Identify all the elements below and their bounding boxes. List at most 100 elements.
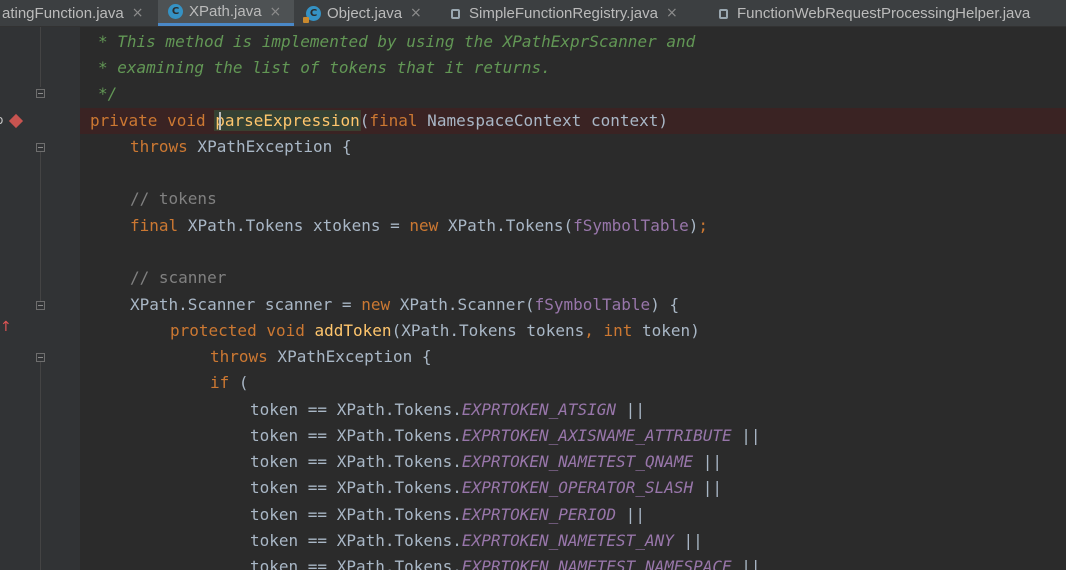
code-line: token == XPath.Tokens.EXPRTOKEN_NAMETEST… [80, 449, 1066, 475]
editor-tab-bar: atingFunction.java × C XPath.java × C Ob… [0, 0, 1066, 27]
code-text: token == XPath.Tokens. [250, 557, 462, 570]
gutter-marker-icon: o [0, 113, 3, 127]
constant-name: EXPRTOKEN_NAMETEST_ANY [461, 531, 674, 550]
tab-label: XPath.java [189, 3, 262, 20]
code-line: final XPath.Tokens xtokens = new XPath.T… [80, 213, 1066, 239]
code-text: token == XPath.Tokens. [250, 426, 462, 445]
tab-simplefunctionregistry[interactable]: SimpleFunctionRegistry.java × [438, 0, 702, 26]
operator: || [731, 557, 761, 570]
code-line: throws XPathException { [80, 344, 1066, 370]
javadoc-text: */ [98, 84, 118, 103]
code-line: protected void addToken(XPath.Tokens tok… [80, 318, 1066, 344]
operator: || [693, 452, 723, 471]
code-text: NamespaceContext context) [417, 111, 668, 130]
code-line: // scanner [80, 265, 1066, 291]
constant-name: EXPRTOKEN_PERIOD [461, 505, 617, 524]
method-name: parseExpression [214, 110, 361, 131]
code-text: XPathException { [267, 347, 432, 366]
text-caret [219, 112, 221, 130]
keyword: new [409, 216, 439, 235]
code-text: token) [632, 321, 700, 340]
overrides-method-icon[interactable]: ↑ [0, 319, 12, 335]
code-text: XPath.Tokens xtokens = [178, 216, 410, 235]
operator: || [731, 426, 761, 445]
keyword: new [361, 295, 391, 314]
code-line: token == XPath.Tokens.EXPRTOKEN_ATSIGN |… [80, 397, 1066, 423]
close-icon[interactable]: × [666, 5, 678, 21]
code-line: throws XPathException { [80, 134, 1066, 160]
comma: , [584, 321, 604, 340]
keyword: final [130, 216, 179, 235]
code-line: token == XPath.Tokens.EXPRTOKEN_AXISNAME… [80, 423, 1066, 449]
code-line-current: private void parseExpression(final Names… [80, 108, 1066, 134]
tab-label: atingFunction.java [2, 4, 124, 22]
code-line: token == XPath.Tokens.EXPRTOKEN_PERIOD |… [80, 502, 1066, 528]
constant-name: EXPRTOKEN_ATSIGN [461, 400, 617, 419]
close-icon[interactable]: × [132, 5, 144, 21]
keyword: throws [210, 347, 268, 366]
code-text: token == XPath.Tokens. [250, 531, 462, 550]
code-text: XPath.Scanner scanner = [130, 295, 362, 314]
code-line: token == XPath.Tokens.EXPRTOKEN_OPERATOR… [80, 475, 1066, 501]
java-class-locked-icon: C [303, 5, 321, 23]
code-text: ) { [650, 295, 680, 314]
locked-file-icon [448, 6, 463, 21]
line-comment: // tokens [130, 189, 217, 208]
close-icon[interactable]: × [270, 4, 282, 20]
code-line: */ [80, 81, 1066, 107]
fold-collapse-icon[interactable] [36, 89, 45, 98]
code-editor[interactable]: * This method is implemented by using th… [80, 27, 1066, 570]
constant-name: EXPRTOKEN_AXISNAME_ATTRIBUTE [461, 426, 732, 445]
tab-xpath[interactable]: C XPath.java × [158, 0, 294, 26]
keyword: protected void [170, 321, 315, 340]
constant-name: EXPRTOKEN_OPERATOR_SLASH [461, 478, 694, 497]
constant-name: EXPRTOKEN_NAMETEST_QNAME [461, 452, 694, 471]
fold-guide [40, 152, 41, 302]
keyword: throws [130, 137, 188, 156]
fold-collapse-icon[interactable] [36, 143, 45, 152]
operator: || [693, 478, 723, 497]
tab-label: SimpleFunctionRegistry.java [469, 4, 658, 22]
operator: || [616, 400, 645, 419]
tab-label: FunctionWebRequestProcessingHelper.java [737, 4, 1031, 22]
code-text: ( [359, 111, 370, 130]
constant-name: EXPRTOKEN_NAMETEST_NAMESPACE [461, 557, 732, 570]
code-line: XPath.Scanner scanner = new XPath.Scanne… [80, 292, 1066, 318]
tab-label: Object.java [327, 4, 403, 22]
semicolon: ; [698, 216, 708, 235]
field-name: fSymbolTable [534, 295, 651, 314]
code-text: token == XPath.Tokens. [250, 452, 462, 471]
code-text: ) [688, 216, 699, 235]
close-icon[interactable]: × [410, 5, 422, 21]
code-line: if ( [80, 370, 1066, 396]
operator: || [673, 531, 703, 550]
code-text: XPath.Tokens( [438, 216, 574, 235]
fold-guide [40, 27, 41, 87]
keyword: if [210, 373, 230, 392]
code-line: * This method is implemented by using th… [80, 29, 1066, 55]
code-text: token == XPath.Tokens. [250, 400, 462, 419]
fold-guide [40, 362, 41, 570]
fold-collapse-icon[interactable] [36, 301, 45, 310]
java-class-icon: C [168, 4, 183, 19]
keyword: private void [90, 111, 216, 130]
editor-gutter: o ↑ [0, 27, 80, 570]
fold-collapse-icon[interactable] [36, 353, 45, 362]
keyword: final [369, 111, 418, 130]
code-text: XPathException { [187, 137, 352, 156]
locked-file-icon [716, 6, 731, 21]
code-line: * examining the list of tokens that it r… [80, 55, 1066, 81]
tab-object[interactable]: C Object.java × [296, 0, 436, 26]
field-name: fSymbolTable [573, 216, 689, 235]
code-line: // tokens [80, 186, 1066, 212]
code-text: token == XPath.Tokens. [250, 505, 462, 524]
javadoc-text: * This method is implemented by using th… [98, 32, 696, 51]
breakpoint-icon[interactable] [8, 113, 24, 129]
code-text: XPath.Scanner( [390, 295, 535, 314]
line-comment: // scanner [130, 268, 227, 287]
operator: || [616, 505, 645, 524]
code-text: ( [229, 373, 249, 392]
code-line: token == XPath.Tokens.EXPRTOKEN_NAMETEST… [80, 554, 1066, 570]
tab-atingfunction[interactable]: atingFunction.java × [0, 0, 154, 26]
tab-functionwebrequestprocessinghelper[interactable]: FunctionWebRequestProcessingHelper.java [706, 0, 1066, 26]
